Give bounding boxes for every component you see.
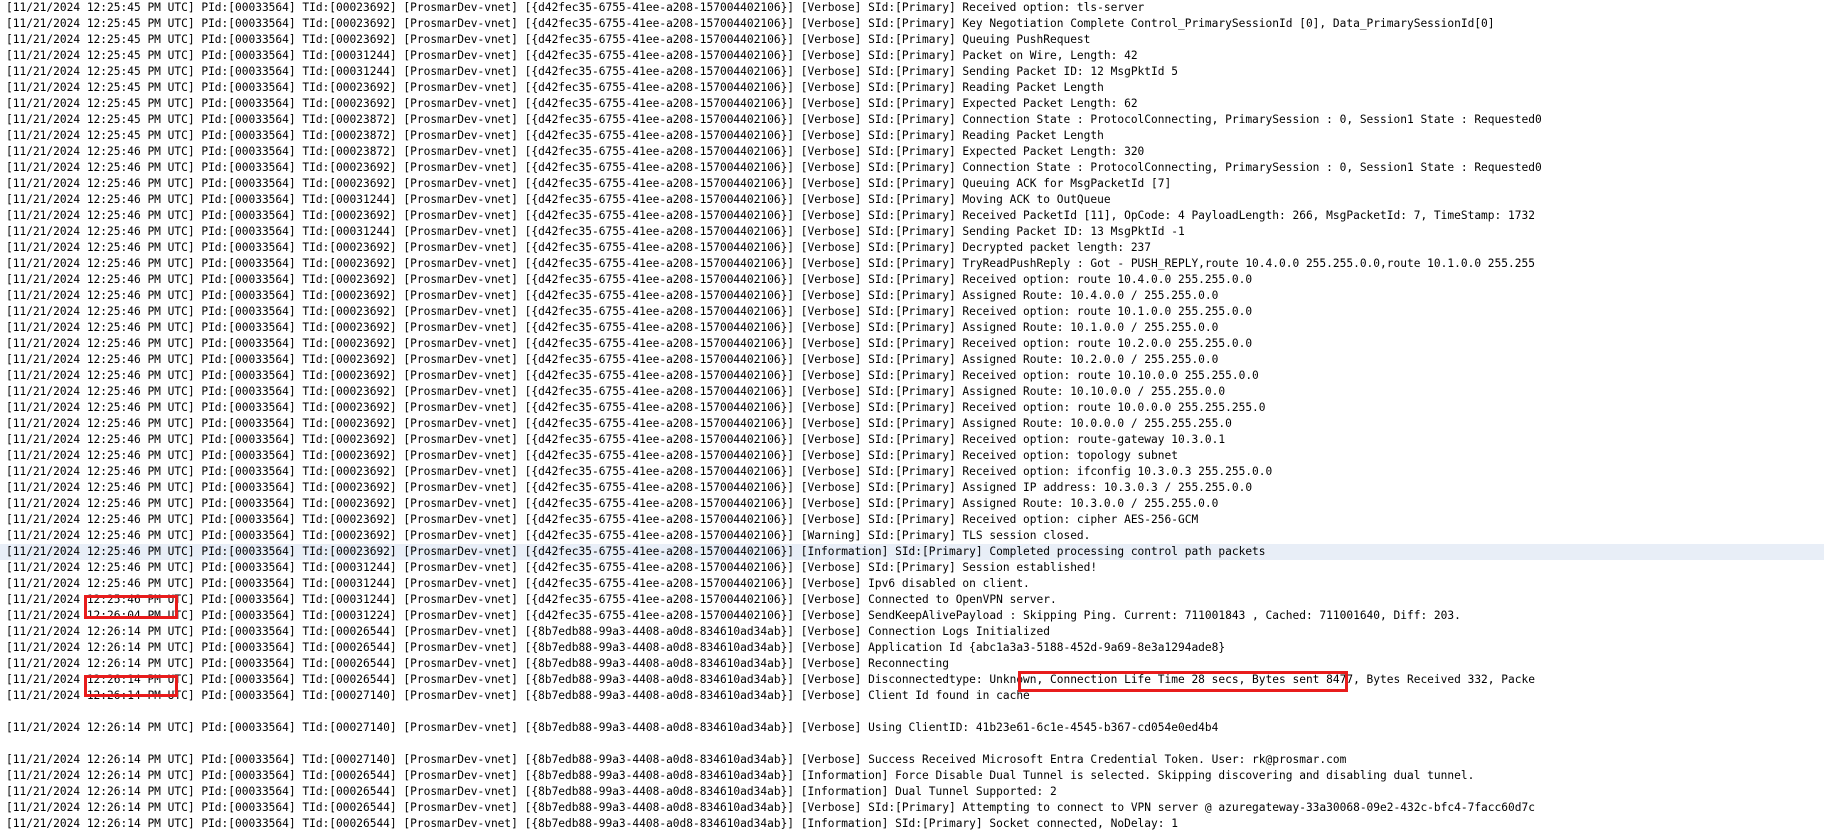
- log-line: [11/21/2024 12:25:46 PM UTC] PId:[000335…: [0, 544, 1824, 560]
- log-line: [11/21/2024 12:25:46 PM UTC] PId:[000335…: [6, 161, 1542, 174]
- log-line: [11/21/2024 12:25:45 PM UTC] PId:[000335…: [6, 65, 1178, 78]
- log-line: [11/21/2024 12:25:46 PM UTC] PId:[000335…: [6, 193, 1111, 206]
- log-line: [11/21/2024 12:25:45 PM UTC] PId:[000335…: [6, 81, 1104, 94]
- log-line: [11/21/2024 12:25:45 PM UTC] PId:[000335…: [6, 33, 1091, 46]
- log-line: [11/21/2024 12:26:14 PM UTC] PId:[000335…: [6, 769, 1475, 782]
- log-line: [11/21/2024 12:25:46 PM UTC] PId:[000335…: [6, 401, 1266, 414]
- log-line: [11/21/2024 12:25:46 PM UTC] PId:[000335…: [6, 305, 1253, 318]
- log-line: [11/21/2024 12:26:14 PM UTC] PId:[000335…: [6, 801, 1535, 814]
- log-line: [11/21/2024 12:26:14 PM UTC] PId:[000335…: [6, 641, 1226, 654]
- log-line: [11/21/2024 12:25:46 PM UTC] PId:[000335…: [6, 241, 1152, 254]
- log-line: [11/21/2024 12:25:46 PM UTC] PId:[000335…: [6, 481, 1253, 494]
- log-line: [11/21/2024 12:25:46 PM UTC] PId:[000335…: [6, 369, 1259, 382]
- log-line: [11/21/2024 12:25:46 PM UTC] PId:[000335…: [6, 513, 1199, 526]
- log-line: [11/21/2024 12:25:46 PM UTC] PId:[000335…: [6, 273, 1253, 286]
- log-line: [11/21/2024 12:25:46 PM UTC] PId:[000335…: [6, 321, 1219, 334]
- log-line: [11/21/2024 12:25:45 PM UTC] PId:[000335…: [6, 113, 1542, 126]
- log-line: [11/21/2024 12:25:46 PM UTC] PId:[000335…: [6, 145, 1145, 158]
- log-line: [11/21/2024 12:25:46 PM UTC] PId:[000335…: [6, 529, 1091, 542]
- log-line: [11/21/2024 12:25:46 PM UTC] PId:[000335…: [6, 337, 1253, 350]
- log-line: [11/21/2024 12:25:45 PM UTC] PId:[000335…: [6, 129, 1104, 142]
- log-line: [11/21/2024 12:25:46 PM UTC] PId:[000335…: [6, 497, 1219, 510]
- log-line: [11/21/2024 12:25:46 PM UTC] PId:[000335…: [6, 177, 1172, 190]
- log-line: [11/21/2024 12:26:04 PM UTC] PId:[000335…: [6, 609, 1461, 622]
- log-line: [11/21/2024 12:25:46 PM UTC] PId:[000335…: [6, 257, 1535, 270]
- log-line: [11/21/2024 12:25:45 PM UTC] PId:[000335…: [6, 97, 1138, 110]
- log-line: [11/21/2024 12:25:46 PM UTC] PId:[000335…: [6, 385, 1226, 398]
- log-line: [11/21/2024 12:25:45 PM UTC] PId:[000335…: [6, 49, 1138, 62]
- log-line: [11/21/2024 12:26:14 PM UTC] PId:[000335…: [6, 673, 1535, 686]
- log-line: [11/21/2024 12:25:46 PM UTC] PId:[000335…: [6, 433, 1226, 446]
- log-line: [11/21/2024 12:25:46 PM UTC] PId:[000335…: [6, 465, 1273, 478]
- log-line: [11/21/2024 12:26:14 PM UTC] PId:[000335…: [6, 689, 1030, 702]
- log-line: [11/21/2024 12:26:14 PM UTC] PId:[000335…: [6, 625, 1050, 638]
- log-line: [11/21/2024 12:25:46 PM UTC] PId:[000335…: [6, 353, 1219, 366]
- log-line: [11/21/2024 12:26:14 PM UTC] PId:[000335…: [6, 785, 1057, 798]
- log-line: [11/21/2024 12:25:46 PM UTC] PId:[000335…: [6, 561, 1098, 574]
- log-line: [11/21/2024 12:25:46 PM UTC] PId:[000335…: [6, 593, 1057, 606]
- log-viewer[interactable]: [11/21/2024 12:25:45 PM UTC] PId:[000335…: [0, 0, 1824, 832]
- log-line: [11/21/2024 12:25:45 PM UTC] PId:[000335…: [6, 17, 1495, 30]
- log-line: [11/21/2024 12:26:14 PM UTC] PId:[000335…: [6, 657, 949, 670]
- log-line: [11/21/2024 12:25:46 PM UTC] PId:[000335…: [6, 417, 1232, 430]
- log-line: [11/21/2024 12:26:14 PM UTC] PId:[000335…: [6, 721, 1219, 734]
- log-line: [11/21/2024 12:26:14 PM UTC] PId:[000335…: [6, 753, 1347, 766]
- log-line: [11/21/2024 12:25:46 PM UTC] PId:[000335…: [6, 225, 1185, 238]
- log-line: [11/21/2024 12:25:46 PM UTC] PId:[000335…: [6, 449, 1178, 462]
- log-line: [11/21/2024 12:25:46 PM UTC] PId:[000335…: [6, 289, 1219, 302]
- log-line: [11/21/2024 12:26:14 PM UTC] PId:[000335…: [6, 817, 1178, 830]
- log-line: [11/21/2024 12:25:46 PM UTC] PId:[000335…: [6, 209, 1535, 222]
- log-line: [11/21/2024 12:25:45 PM UTC] PId:[000335…: [6, 1, 1145, 14]
- log-line: [11/21/2024 12:25:46 PM UTC] PId:[000335…: [6, 577, 1030, 590]
